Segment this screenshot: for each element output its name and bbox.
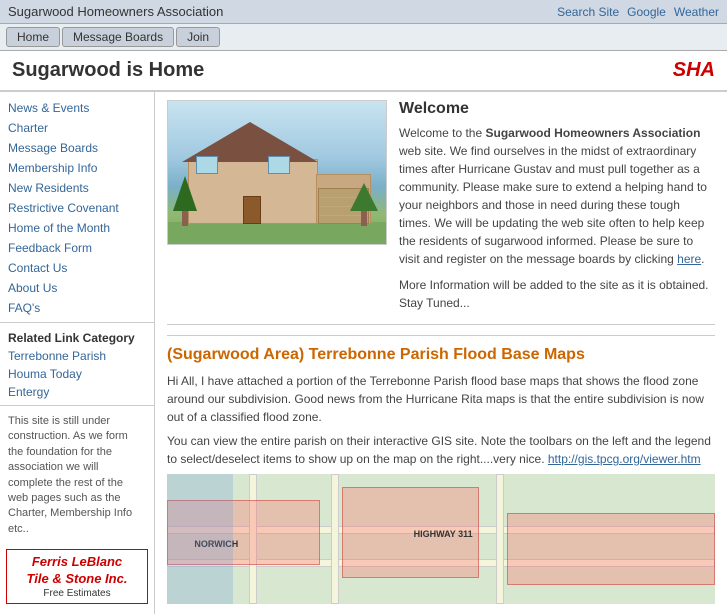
section-divider — [167, 324, 715, 325]
flood-heading: (Sugarwood Area) Terrebonne Parish Flood… — [167, 346, 715, 364]
nav-join-button[interactable]: Join — [176, 27, 220, 47]
map-background: NORWICH HIGHWAY 311 — [167, 474, 715, 604]
sidebar-item-membership-info[interactable]: Membership Info — [0, 158, 154, 178]
map-water — [167, 474, 233, 604]
flood-section: (Sugarwood Area) Terrebonne Parish Flood… — [167, 335, 715, 604]
flood-para1: Hi All, I have attached a portion of the… — [167, 372, 715, 426]
tree-right — [350, 183, 378, 226]
house-illustration — [167, 100, 387, 245]
sidebar-link-houma-today[interactable]: Houma Today — [0, 365, 154, 383]
sidebar-divider-2 — [0, 405, 154, 406]
sha-logo: SHA — [673, 59, 715, 82]
welcome-body: Welcome to the Sugarwood Homeowners Asso… — [399, 124, 715, 268]
map-road-v1 — [331, 474, 339, 604]
nav-home-button[interactable]: Home — [6, 27, 60, 47]
more-info-text: More Information will be added to the si… — [399, 276, 715, 312]
sidebar-item-charter[interactable]: Charter — [0, 118, 154, 138]
sidebar-notice: This site is still under construction. A… — [0, 410, 154, 541]
sidebar-item-home-of-month[interactable]: Home of the Month — [0, 218, 154, 238]
sidebar: News & Events Charter Message Boards Mem… — [0, 92, 155, 614]
search-site-link[interactable]: Search Site — [557, 5, 619, 19]
house-window-left — [196, 156, 218, 174]
nav-message-boards-button[interactable]: Message Boards — [62, 27, 174, 47]
sidebar-item-contact-us[interactable]: Contact Us — [0, 258, 154, 278]
sponsor-name: Ferris LeBlancTile & Stone Inc. — [11, 554, 143, 588]
flood-map: NORWICH HIGHWAY 311 — [167, 474, 715, 604]
nav-bar: Home Message Boards Join — [0, 24, 727, 51]
sidebar-link-entergy[interactable]: Entergy — [0, 383, 154, 401]
sidebar-item-feedback-form[interactable]: Feedback Form — [0, 238, 154, 258]
welcome-text: Welcome Welcome to the Sugarwood Homeown… — [399, 100, 715, 312]
weather-link[interactable]: Weather — [674, 5, 719, 19]
map-label-highway: HIGHWAY 311 — [414, 529, 473, 539]
sidebar-item-news-events[interactable]: News & Events — [0, 98, 154, 118]
map-road-v2 — [496, 474, 504, 604]
sidebar-item-about-us[interactable]: About Us — [0, 278, 154, 298]
sidebar-item-message-boards[interactable]: Message Boards — [0, 138, 154, 158]
house-door-shape — [243, 196, 261, 224]
sidebar-link-terrebonne[interactable]: Terrebonne Parish — [0, 347, 154, 365]
related-links-title: Related Link Category — [0, 327, 154, 347]
gis-link[interactable]: http://gis.tpcg.org/viewer.htm — [548, 452, 701, 466]
top-bar: Sugarwood Homeowners Association Search … — [0, 0, 727, 24]
house-window-right — [268, 156, 290, 174]
tree-left — [173, 176, 197, 226]
site-title: Sugarwood Homeowners Association — [8, 4, 223, 19]
main-content: Welcome Welcome to the Sugarwood Homeown… — [155, 92, 727, 614]
sidebar-divider-1 — [0, 322, 154, 323]
sidebar-item-new-residents[interactable]: New Residents — [0, 178, 154, 198]
page-header: Sugarwood is Home SHA — [0, 51, 727, 92]
content-area: News & Events Charter Message Boards Mem… — [0, 92, 727, 614]
top-links: Search Site Google Weather — [557, 5, 719, 19]
sidebar-item-faqs[interactable]: FAQ's — [0, 298, 154, 318]
page-title: Sugarwood is Home — [12, 59, 204, 82]
sponsor-sub: Free Estimates — [11, 588, 143, 599]
sponsor-box[interactable]: Ferris LeBlancTile & Stone Inc. Free Est… — [6, 549, 148, 604]
here-link[interactable]: here — [677, 252, 701, 266]
welcome-heading: Welcome — [399, 100, 715, 118]
google-link[interactable]: Google — [627, 5, 666, 19]
welcome-section: Welcome Welcome to the Sugarwood Homeown… — [167, 100, 715, 312]
flood-para2: You can view the entire parish on their … — [167, 432, 715, 468]
sidebar-item-restrictive-covenant[interactable]: Restrictive Covenant — [0, 198, 154, 218]
flood-zone-3 — [507, 513, 715, 585]
